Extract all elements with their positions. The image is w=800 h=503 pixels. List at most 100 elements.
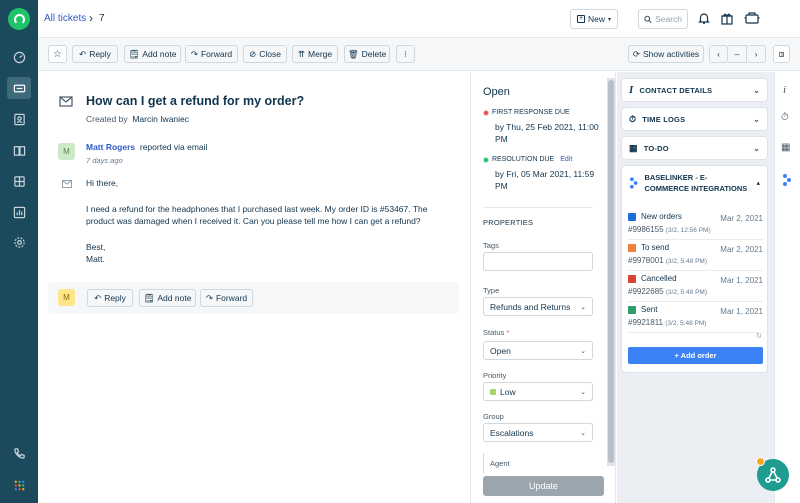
priority-low-icon bbox=[490, 388, 496, 395]
show-activities-button[interactable]: ⟳ Show activities bbox=[628, 45, 704, 63]
sender-action: reported via email bbox=[139, 142, 208, 152]
update-button[interactable]: Update bbox=[483, 476, 604, 496]
order-status-color bbox=[628, 244, 636, 252]
order-status-color bbox=[628, 306, 636, 314]
order-status-color bbox=[628, 275, 636, 283]
order-number-line: #9922685 (3/2, 5:48 PM) bbox=[628, 287, 707, 296]
resolution-label: RESOLUTION DUE bbox=[492, 156, 555, 163]
properties-scrollbar-thumb[interactable] bbox=[608, 80, 614, 463]
order-row[interactable]: New orders Mar 2, 2021 #9986155 (3/2, 12… bbox=[628, 210, 763, 240]
baselinker-title: BASELINKER - E-COMMERCE INTEGRATIONS bbox=[644, 173, 748, 193]
chevron-down-icon: ⌄ bbox=[580, 388, 586, 396]
plus-box-icon: + bbox=[576, 15, 585, 23]
tags-input[interactable] bbox=[483, 252, 593, 271]
resolution-edit-link[interactable]: Edit bbox=[560, 156, 572, 163]
close-button[interactable]: ⊘ Close bbox=[243, 45, 287, 63]
order-row[interactable]: Sent Mar 1, 2021 #9921811 (3/2, 5:48 PM) bbox=[628, 303, 763, 333]
merge-label: Merge bbox=[308, 49, 333, 59]
marketplace-icon[interactable] bbox=[744, 11, 760, 25]
search-box[interactable]: Search bbox=[638, 9, 688, 29]
reply-bar-add-note-button[interactable]: 🗒 Add note bbox=[139, 289, 196, 307]
reply-button[interactable]: ↶ Reply bbox=[72, 45, 118, 63]
ticket-toolbar: ☆ ↶ Reply 🗒 Add note ↷ Forward ⊘ Close ⇈ Merg… bbox=[38, 38, 800, 71]
forums-icon[interactable] bbox=[7, 170, 31, 192]
baselinker-header[interactable]: BASELINKER - E-COMMERCE INTEGRATIONS ▴ bbox=[622, 166, 767, 200]
add-order-button[interactable]: + Add order bbox=[628, 347, 763, 364]
delete-button[interactable]: 🗑 Delete bbox=[344, 45, 390, 63]
priority-select[interactable]: Low ⌄ bbox=[483, 382, 593, 401]
merge-button[interactable]: ⇈ Merge bbox=[292, 45, 338, 63]
breadcrumb-all-tickets[interactable]: All tickets bbox=[44, 13, 86, 24]
app-logo[interactable] bbox=[8, 8, 30, 30]
order-number-line: #9986155 (3/2, 12:56 PM) bbox=[628, 225, 711, 234]
order-status: New orders bbox=[641, 212, 682, 221]
tags-label: Tags bbox=[483, 241, 499, 250]
calendar-icon: ▦ bbox=[629, 142, 638, 153]
phone-icon[interactable] bbox=[7, 442, 31, 464]
star-icon: ☆ bbox=[53, 48, 62, 60]
note-icon: 🗒 bbox=[128, 48, 140, 59]
new-button[interactable]: + New ▾ bbox=[570, 9, 618, 29]
knowledge-base-icon[interactable] bbox=[7, 139, 31, 161]
order-row[interactable]: Cancelled Mar 1, 2021 #9922685 (3/2, 5:4… bbox=[628, 272, 763, 302]
type-select[interactable]: Refunds and Returns ⌄ bbox=[483, 297, 593, 316]
search-icon bbox=[644, 15, 652, 23]
order-date: Mar 2, 2021 bbox=[720, 214, 763, 223]
baselinker-icon[interactable] bbox=[782, 174, 792, 186]
status-label: Status bbox=[483, 328, 505, 337]
next-ticket-button[interactable]: › bbox=[747, 45, 766, 63]
chevron-up-icon: ▴ bbox=[756, 180, 760, 187]
dashboard-icon[interactable] bbox=[7, 46, 31, 68]
reports-icon[interactable] bbox=[7, 201, 31, 223]
calendar-icon[interactable]: ▦ bbox=[781, 142, 790, 153]
forward-button[interactable]: ↷ Forward bbox=[185, 45, 238, 63]
message-signoff: Best, bbox=[86, 241, 106, 252]
gift-icon[interactable] bbox=[720, 11, 734, 25]
reply-bar-reply-label: Reply bbox=[104, 293, 126, 303]
star-button[interactable]: ☆ bbox=[48, 45, 67, 63]
prev-ticket-button[interactable]: ‹ bbox=[709, 45, 728, 63]
add-note-button[interactable]: 🗒 Add note bbox=[124, 45, 181, 63]
settings-gear-icon[interactable] bbox=[7, 231, 31, 253]
apps-grid-icon[interactable] bbox=[7, 474, 31, 496]
show-activities-label: Show activities bbox=[642, 49, 700, 59]
reply-icon: ↶ bbox=[94, 292, 102, 303]
email-icon bbox=[59, 96, 73, 107]
toggle-panel-button[interactable] bbox=[773, 45, 790, 63]
contacts-icon[interactable] bbox=[7, 108, 31, 130]
created-by-label: Created by bbox=[86, 114, 128, 124]
status-value: Open bbox=[490, 345, 511, 356]
order-meta: (3/2, 12:56 PM) bbox=[665, 227, 711, 234]
chevron-right-icon: › bbox=[754, 49, 758, 59]
tickets-icon[interactable] bbox=[7, 77, 31, 99]
message-body: Hi there, I need a refund for the headph… bbox=[86, 177, 431, 266]
sender-name[interactable]: Matt Rogers bbox=[86, 142, 135, 152]
add-note-label: Add note bbox=[142, 49, 177, 59]
agent-field[interactable]: Agent bbox=[483, 453, 593, 473]
notification-dot bbox=[756, 457, 765, 466]
reply-bar-forward-button[interactable]: ↷ Forward bbox=[200, 289, 253, 307]
divider bbox=[483, 207, 593, 208]
group-select[interactable]: Escalations ⌄ bbox=[483, 423, 593, 442]
more-actions-button[interactable]: ⁝ bbox=[396, 45, 415, 63]
order-date: Mar 2, 2021 bbox=[720, 245, 763, 254]
status-select[interactable]: Open ⌄ bbox=[483, 341, 593, 360]
order-row[interactable]: To send Mar 2, 2021 #9978001 (3/2, 5:48 … bbox=[628, 241, 763, 271]
stopwatch-icon[interactable]: ⏱ bbox=[781, 112, 789, 123]
network-icon bbox=[765, 467, 781, 483]
ticket-nav-dash[interactable]: – bbox=[728, 45, 747, 63]
bell-icon[interactable] bbox=[697, 11, 711, 25]
properties-heading: PROPERTIES bbox=[483, 218, 534, 227]
email-small-icon bbox=[62, 180, 72, 188]
baselinker-logo-icon bbox=[629, 177, 638, 189]
search-placeholder: Search bbox=[655, 14, 682, 24]
more-icon: ⁝ bbox=[404, 48, 407, 59]
contact-details-card[interactable]: i CONTACT DETAILS ⌄ bbox=[621, 78, 768, 102]
info-icon[interactable]: i bbox=[783, 84, 786, 96]
todo-card[interactable]: ▦ TO-DO ⌄ bbox=[621, 136, 768, 160]
time-logs-card[interactable]: ⏱ TIME LOGS ⌄ bbox=[621, 107, 768, 131]
check-circle-icon: ⊘ bbox=[249, 48, 257, 59]
reply-bar-reply-button[interactable]: ↶ Reply bbox=[87, 289, 133, 307]
refresh-icon[interactable]: ↻ bbox=[756, 332, 762, 340]
delete-label: Delete bbox=[361, 49, 387, 59]
